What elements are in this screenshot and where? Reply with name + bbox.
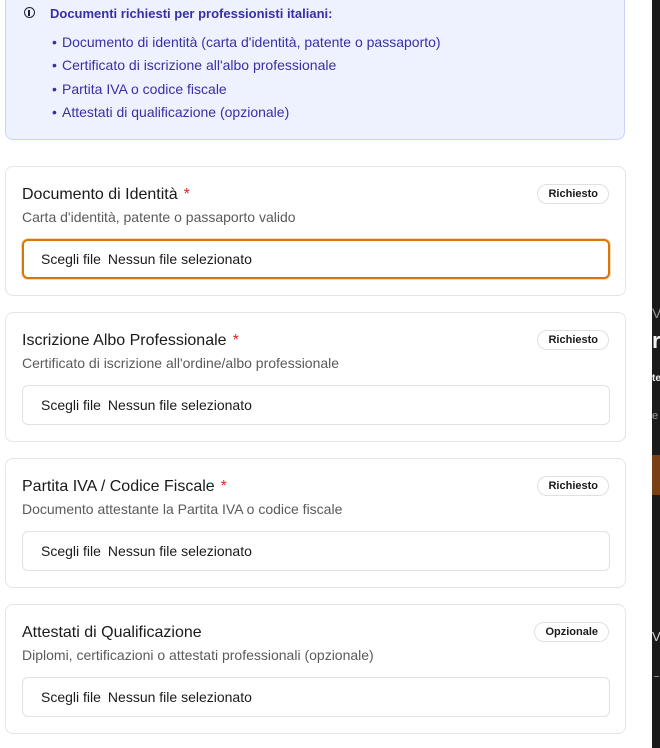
file-status: Nessun file selezionato (107, 689, 252, 705)
upload-documents-panel: Documenti richiesti per professionisti i… (0, 0, 652, 748)
background-fragment: te (652, 373, 660, 384)
card-description: Carta d'identità, patente o passaporto v… (22, 209, 296, 225)
status-badge: Richiesto (537, 184, 609, 204)
document-card-albo: Iscrizione Albo Professionale * Richiesto… (5, 312, 626, 442)
choose-file-button[interactable]: Scegli file (41, 397, 101, 413)
status-badge: Richiesto (537, 476, 609, 496)
albo-file-input[interactable]: Scegli file Nessun file selezionato (22, 385, 610, 425)
document-card-vat: Partita IVA / Codice Fiscale * Richiesto … (5, 458, 626, 588)
status-badge: Richiesto (537, 330, 609, 350)
card-title: Partita IVA / Codice Fiscale * (22, 478, 227, 495)
identity-file-input[interactable]: Scegli file Nessun file selezionato (22, 239, 610, 279)
file-status: Nessun file selezionato (107, 397, 252, 413)
required-documents-alert: Documenti richiesti per professionisti i… (5, 0, 625, 140)
card-title: Documento di Identità * (22, 186, 190, 203)
alert-circle-icon (24, 7, 35, 18)
alert-title: Documenti richiesti per professionisti i… (50, 6, 333, 21)
choose-file-button[interactable]: Scegli file (41, 251, 101, 267)
background-fragment: e (652, 410, 659, 422)
choose-file-button[interactable]: Scegli file (41, 689, 101, 705)
qualifications-file-input[interactable]: Scegli file Nessun file selezionato (22, 677, 610, 717)
list-item: • Attestati di qualificazione (opzionale) (52, 103, 290, 120)
required-marker: * (183, 186, 190, 203)
file-status: Nessun file selezionato (107, 251, 252, 267)
background-button-fragment (652, 455, 660, 495)
list-item: • Documento di identità (carta d'identità… (52, 34, 441, 50)
card-description: Certificato di iscrizione all'ordine/alb… (22, 355, 340, 371)
vat-file-input[interactable]: Scegli file Nessun file selezionato (22, 531, 610, 571)
card-description: Documento attestante la Partita IVA o co… (22, 501, 343, 517)
required-marker: * (220, 478, 227, 495)
card-title: Iscrizione Albo Professionale * (22, 332, 239, 349)
background-fragment: Vi (652, 629, 660, 644)
file-status: Nessun file selezionato (107, 543, 252, 559)
required-marker: * (232, 332, 239, 349)
document-card-qualifications: Attestati di Qualificazione Opzionale Di… (5, 604, 626, 734)
alert-list: • Documento di identità (carta d'identità… (52, 32, 441, 125)
background-fragment: V (652, 305, 660, 321)
status-badge: Opzionale (534, 622, 609, 642)
list-item: • Certificato di iscrizione all'albo prof… (52, 57, 337, 74)
background-divider (654, 676, 659, 677)
background-fragment: r (652, 328, 660, 353)
list-item: • Partita IVA o codice fiscale (52, 80, 227, 97)
background-page-strip: V r te e Vi (652, 0, 660, 748)
card-title: Attestati di Qualificazione (22, 624, 202, 641)
card-description: Diplomi, certificazioni o attestati prof… (22, 647, 374, 663)
document-card-identity: Documento di Identità * Richiesto Carta d… (5, 166, 626, 296)
choose-file-button[interactable]: Scegli file (41, 543, 101, 559)
